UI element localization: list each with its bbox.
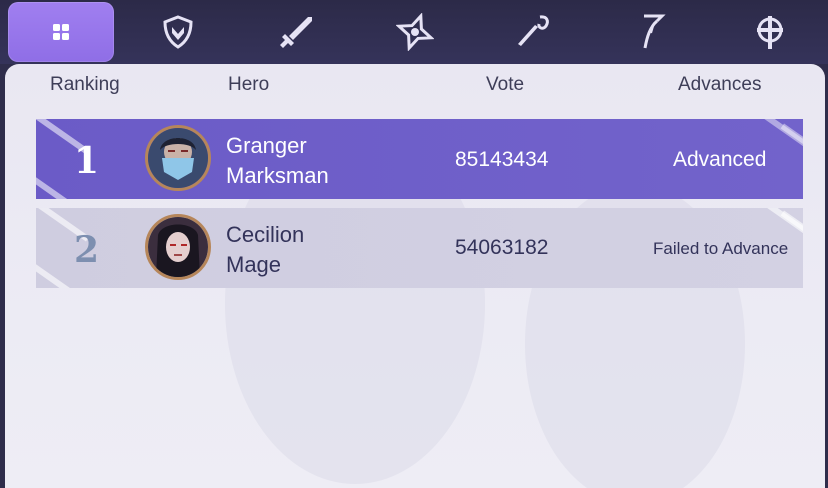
hero-role: Mage — [226, 252, 282, 277]
row-stripe-decoration — [36, 254, 80, 288]
shuriken-icon — [396, 13, 434, 51]
vote-count: 85143434 — [455, 148, 549, 171]
header-advances: Advances — [678, 74, 762, 95]
vote-count: 54063182 — [455, 236, 549, 259]
hero-role: Marksman — [226, 163, 329, 188]
sword-icon — [280, 17, 312, 48]
hero-name: Cecilion — [226, 222, 305, 247]
cross-icon — [757, 16, 783, 49]
tab-fighter[interactable] — [242, 0, 350, 64]
hero-portrait-image — [148, 217, 208, 277]
tab-marksman[interactable] — [598, 0, 706, 64]
tab-assassin[interactable] — [361, 0, 469, 64]
tab-support[interactable] — [716, 0, 824, 64]
bow-icon — [643, 14, 666, 49]
advance-status: Advanced — [673, 148, 767, 171]
header-hero: Hero — [228, 74, 270, 95]
header-vote: Vote — [486, 74, 525, 95]
advance-status: Failed to Advance — [653, 239, 789, 258]
hero-portrait-image — [148, 128, 208, 188]
row-stripe-decoration — [36, 167, 80, 199]
row-stripe-decoration — [780, 123, 803, 169]
rank-number: 1 — [74, 140, 100, 182]
rank-number: 2 — [74, 229, 100, 271]
shield-icon — [163, 15, 193, 49]
tab-mage[interactable] — [479, 0, 587, 64]
header-ranking: Ranking — [50, 74, 120, 95]
tab-tank[interactable] — [124, 0, 232, 64]
hero-role-tabbar — [0, 0, 828, 64]
hero-name: Granger — [226, 133, 307, 158]
hero-avatar — [145, 214, 211, 280]
wand-icon — [518, 15, 549, 46]
grid-icon — [53, 24, 69, 40]
tab-all[interactable] — [8, 2, 114, 62]
hero-avatar — [145, 125, 211, 191]
